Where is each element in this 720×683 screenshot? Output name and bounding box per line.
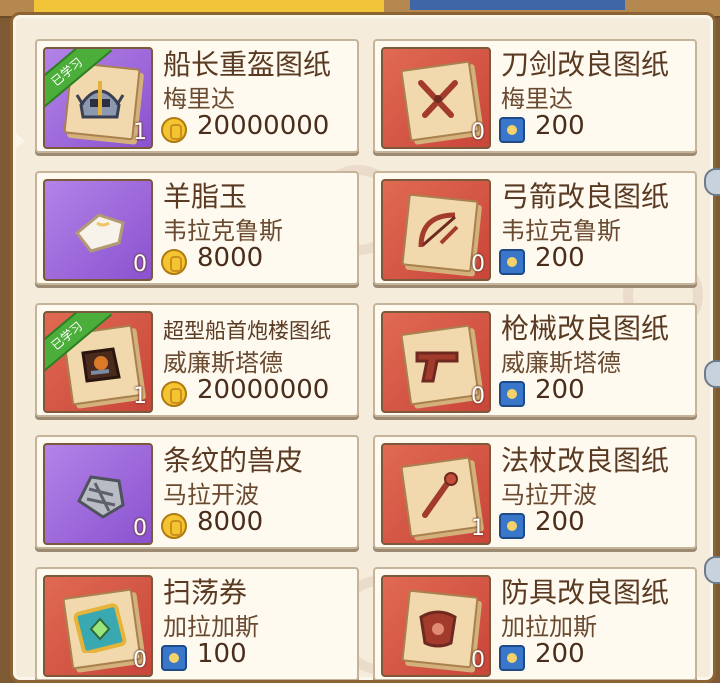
owned-count: 1 <box>471 516 485 541</box>
item-price: 8000 <box>197 507 264 537</box>
owned-count: 0 <box>471 120 485 145</box>
item-thumbnail: 0 <box>43 179 153 281</box>
owned-count: 0 <box>133 252 147 277</box>
item-thumbnail: 1 <box>381 443 491 545</box>
item-card[interactable]: 0 刀剑改良图纸梅里达 200 <box>373 39 697 153</box>
item-card[interactable]: 0 防具改良图纸加拉加斯 200 <box>373 567 697 680</box>
item-price: 200 <box>535 243 585 273</box>
item-name: 扫荡券 <box>163 576 248 609</box>
item-card[interactable]: 0 弓箭改良图纸韦拉克鲁斯 200 <box>373 171 697 285</box>
item-port: 加拉加斯 <box>501 613 597 641</box>
bow-blueprint-icon <box>411 207 465 257</box>
item-card[interactable]: 已学习 1 船长重盔图纸梅里达 20000000 <box>35 39 359 153</box>
gun-blueprint-icon <box>411 339 465 389</box>
sweep-ticket-icon <box>73 603 127 655</box>
striped-hide-icon <box>73 471 127 521</box>
shop-panel: 已学习 1 船长重盔图纸 梅里达 20000000 0 刀剑改良图纸 梅里达 200 0 羊脂玉 韦拉… <box>10 12 716 683</box>
gold-coin-icon <box>161 381 189 409</box>
blue-token-icon <box>499 117 527 145</box>
item-port: 威廉斯塔德 <box>501 349 621 377</box>
item-thumbnail: 已学习 1 <box>43 47 153 149</box>
gold-coin-icon <box>161 513 189 541</box>
cannon-tower-blueprint-icon <box>73 339 127 389</box>
jade-icon <box>73 207 127 257</box>
owned-count: 0 <box>133 516 147 541</box>
blue-token-icon <box>499 249 527 277</box>
item-price: 200 <box>535 111 585 141</box>
item-port: 韦拉克鲁斯 <box>501 217 621 245</box>
staff-blueprint-icon <box>411 471 465 521</box>
item-thumbnail: 0 <box>381 575 491 677</box>
sword-blueprint-icon <box>411 75 465 125</box>
side-tab[interactable] <box>704 360 720 388</box>
item-thumbnail: 0 <box>381 311 491 413</box>
item-name: 法杖改良图纸 <box>501 444 670 477</box>
item-price: 20000000 <box>197 375 330 405</box>
item-price: 8000 <box>197 243 264 273</box>
item-thumbnail: 0 <box>43 575 153 677</box>
panel-notch <box>15 133 25 149</box>
top-blue-strip <box>410 0 625 10</box>
item-name: 船长重盔图纸 <box>163 48 332 81</box>
item-port: 威廉斯塔德 <box>163 349 283 377</box>
blue-token-icon <box>499 513 527 541</box>
owned-count: 1 <box>133 120 147 145</box>
item-name: 超型船首炮楼图纸 <box>163 319 331 343</box>
item-port: 马拉开波 <box>163 481 259 509</box>
owned-count: 0 <box>471 252 485 277</box>
item-name: 条纹的兽皮 <box>163 444 304 477</box>
gold-coin-icon <box>161 249 189 277</box>
item-price: 200 <box>535 639 585 669</box>
item-thumbnail: 0 <box>43 443 153 545</box>
owned-count: 0 <box>471 648 485 673</box>
item-price: 200 <box>535 375 585 405</box>
item-port: 韦拉克鲁斯 <box>163 217 283 245</box>
side-tab[interactable] <box>704 556 720 584</box>
item-thumbnail: 0 <box>381 179 491 281</box>
side-tab[interactable] <box>704 168 720 196</box>
blue-token-icon <box>161 645 189 673</box>
item-thumbnail: 已学习 1 <box>43 311 153 413</box>
item-name: 弓箭改良图纸 <box>501 180 670 213</box>
item-port: 马拉开波 <box>501 481 597 509</box>
item-port: 加拉加斯 <box>163 613 259 641</box>
item-price: 200 <box>535 507 585 537</box>
item-price: 20000000 <box>197 111 330 141</box>
blue-token-icon <box>499 645 527 673</box>
owned-count: 0 <box>133 648 147 673</box>
owned-count: 1 <box>133 384 147 409</box>
item-price: 100 <box>197 639 247 669</box>
blue-token-icon <box>499 381 527 409</box>
item-thumbnail: 0 <box>381 47 491 149</box>
item-name: 防具改良图纸 <box>501 576 670 609</box>
item-name: 枪械改良图纸 <box>501 312 670 345</box>
helmet-blueprint-icon <box>73 75 127 125</box>
item-card[interactable]: 0 扫荡券加拉加斯 100 <box>35 567 359 680</box>
item-name: 羊脂玉 <box>163 180 248 213</box>
item-name: 刀剑改良图纸 <box>501 48 670 81</box>
item-card[interactable]: 已学习 1 超型船首炮楼图纸威廉斯塔德 20000000 <box>35 303 359 417</box>
item-port: 梅里达 <box>163 85 235 113</box>
item-card[interactable]: 0 羊脂玉韦拉克鲁斯 8000 <box>35 171 359 285</box>
owned-count: 0 <box>471 384 485 409</box>
item-card[interactable]: 0 枪械改良图纸威廉斯塔德 200 <box>373 303 697 417</box>
gold-coin-icon <box>161 117 189 145</box>
item-port: 梅里达 <box>501 85 573 113</box>
item-card[interactable]: 0 条纹的兽皮马拉开波 8000 <box>35 435 359 549</box>
armor-blueprint-icon <box>411 603 465 653</box>
item-card[interactable]: 1 法杖改良图纸马拉开波 200 <box>373 435 697 549</box>
